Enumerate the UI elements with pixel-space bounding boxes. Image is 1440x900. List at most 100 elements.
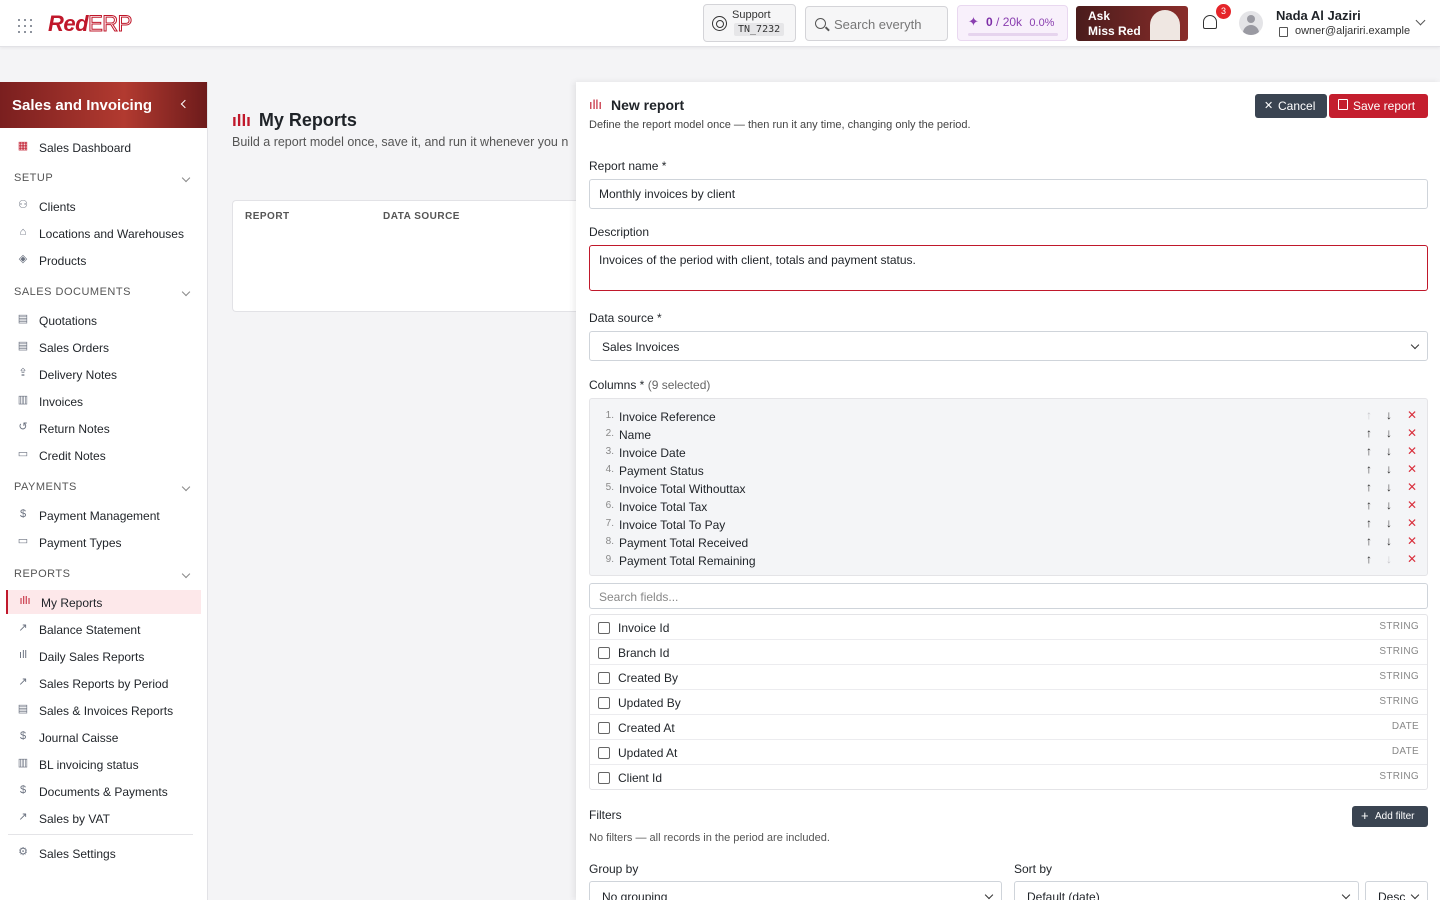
sidebar-item-sales-settings[interactable]: ⚙ Sales Settings xyxy=(6,841,201,865)
sidebar-item-sales-orders[interactable]: ▤ Sales Orders xyxy=(6,335,201,359)
arrow-down-icon[interactable]: ↓ xyxy=(1386,444,1392,458)
column-header-data-source[interactable]: DATA SOURCE xyxy=(383,211,460,222)
remove-icon[interactable]: ✕ xyxy=(1407,426,1417,440)
data-source-select[interactable]: Sales Invoices xyxy=(589,331,1428,361)
user-name[interactable]: Nada Al Jaziri xyxy=(1276,8,1361,23)
field-checkbox[interactable] xyxy=(598,622,610,634)
column-row[interactable]: 3. Invoice Date ↑ ↓ ✕ xyxy=(590,444,1427,462)
field-row[interactable]: Created At DATE xyxy=(590,715,1427,740)
sidebar-item-clients[interactable]: ⚇ Clients xyxy=(6,194,201,218)
sort-by-select[interactable]: Default (date) xyxy=(1014,881,1359,900)
chevron-down-icon[interactable] xyxy=(181,173,191,183)
ai-credits-meter[interactable]: ✦ 0 / 20k 0.0% xyxy=(957,5,1068,41)
arrow-up-icon[interactable]: ↑ xyxy=(1366,498,1372,512)
save-report-button[interactable]: Save report xyxy=(1329,94,1428,118)
sidebar-item-quotations[interactable]: ▤ Quotations xyxy=(6,308,201,332)
arrow-down-icon[interactable]: ↓ xyxy=(1386,516,1392,530)
app-logo[interactable]: RedERP xyxy=(48,11,133,37)
column-header-report[interactable]: REPORT xyxy=(245,211,290,222)
field-row[interactable]: Updated By STRING xyxy=(590,690,1427,715)
field-search-input[interactable]: Search fields... xyxy=(589,583,1428,609)
add-filter-button[interactable]: + Add filter xyxy=(1352,806,1428,827)
sidebar-item-daily-sales[interactable]: ıll Daily Sales Reports xyxy=(6,644,201,668)
column-row[interactable]: 8. Payment Total Received ↑ ↓ ✕ xyxy=(590,534,1427,552)
sidebar-item-payment-types[interactable]: ▭ Payment Types xyxy=(6,530,201,554)
section-sales-documents[interactable]: SALES DOCUMENTS xyxy=(14,286,131,298)
chevron-down-icon[interactable] xyxy=(181,482,191,492)
arrow-up-icon[interactable]: ↑ xyxy=(1366,534,1372,548)
sidebar-item-invoices[interactable]: ▥ Invoices xyxy=(6,389,201,413)
field-checkbox[interactable] xyxy=(598,672,610,684)
field-row[interactable]: Invoice Id STRING xyxy=(590,615,1427,640)
group-by-select[interactable]: No grouping xyxy=(589,881,1002,900)
sidebar-item-journal-caisse[interactable]: $ Journal Caisse xyxy=(6,725,201,749)
field-checkbox[interactable] xyxy=(598,647,610,659)
field-checkbox[interactable] xyxy=(598,697,610,709)
arrow-up-icon[interactable]: ↑ xyxy=(1366,516,1372,530)
chevron-down-icon[interactable] xyxy=(181,287,191,297)
description-textarea[interactable]: Invoices of the period with client, tota… xyxy=(589,245,1428,291)
remove-icon[interactable]: ✕ xyxy=(1407,462,1417,476)
column-row[interactable]: 5. Invoice Total Withouttax ↑ ↓ ✕ xyxy=(590,480,1427,498)
column-row[interactable]: 6. Invoice Total Tax ↑ ↓ ✕ xyxy=(590,498,1427,516)
sidebar-item-products[interactable]: ◈ Products xyxy=(6,248,201,272)
arrow-up-icon[interactable]: ↑ xyxy=(1366,426,1372,440)
cancel-button[interactable]: ✕ Cancel xyxy=(1255,94,1327,118)
arrow-up-icon[interactable]: ↑ xyxy=(1366,480,1372,494)
arrow-up-icon[interactable]: ↑ xyxy=(1366,462,1372,476)
bell-icon[interactable] xyxy=(1203,15,1217,29)
collapse-sidebar-icon[interactable] xyxy=(180,99,190,109)
sidebar-item-locations[interactable]: ⌂ Locations and Warehouses xyxy=(6,221,201,245)
sidebar-item-bl-invoicing[interactable]: ▥ BL invoicing status xyxy=(6,752,201,776)
field-row[interactable]: Client Id STRING xyxy=(590,765,1427,790)
sidebar-item-sales-by-period[interactable]: ↗ Sales Reports by Period xyxy=(6,671,201,695)
remove-icon[interactable]: ✕ xyxy=(1407,534,1417,548)
copy-icon[interactable] xyxy=(1279,27,1288,37)
arrow-down-icon[interactable]: ↓ xyxy=(1386,498,1392,512)
remove-icon[interactable]: ✕ xyxy=(1407,444,1417,458)
column-row[interactable]: 4. Payment Status ↑ ↓ ✕ xyxy=(590,462,1427,480)
remove-icon[interactable]: ✕ xyxy=(1407,498,1417,512)
sidebar-item-credit-notes[interactable]: ▭ Credit Notes xyxy=(6,443,201,467)
report-name-input[interactable]: Monthly invoices by client xyxy=(589,179,1428,209)
sidebar-item-balance-statement[interactable]: ↗ Balance Statement xyxy=(6,617,201,641)
arrow-down-icon[interactable]: ↓ xyxy=(1386,462,1392,476)
ask-miss-red-button[interactable]: Ask Miss Red xyxy=(1076,6,1188,41)
field-row[interactable]: Branch Id STRING xyxy=(590,640,1427,665)
column-row[interactable]: 2. Name ↑ ↓ ✕ xyxy=(590,426,1427,444)
field-checkbox[interactable] xyxy=(598,722,610,734)
section-payments[interactable]: PAYMENTS xyxy=(14,481,77,493)
remove-icon[interactable]: ✕ xyxy=(1407,516,1417,530)
remove-icon[interactable]: ✕ xyxy=(1407,552,1417,566)
arrow-down-icon[interactable]: ↓ xyxy=(1386,408,1392,422)
sidebar-item-sales-invoices-reports[interactable]: ▤ Sales & Invoices Reports xyxy=(6,698,201,722)
user-avatar[interactable] xyxy=(1239,11,1263,35)
column-row[interactable]: 9. Payment Total Remaining ↑ ↓ ✕ xyxy=(590,552,1427,570)
chevron-down-icon[interactable] xyxy=(181,569,191,579)
remove-icon[interactable]: ✕ xyxy=(1407,480,1417,494)
app-grid-icon[interactable] xyxy=(18,19,32,33)
sidebar-item-payment-management[interactable]: $ Payment Management xyxy=(6,503,201,527)
field-checkbox[interactable] xyxy=(598,747,610,759)
column-row[interactable]: 1. Invoice Reference ↑ ↓ ✕ xyxy=(590,408,1427,426)
section-reports[interactable]: REPORTS xyxy=(14,568,70,580)
arrow-down-icon[interactable]: ↓ xyxy=(1386,534,1392,548)
arrow-down-icon[interactable]: ↓ xyxy=(1386,480,1392,494)
field-row[interactable]: Created By STRING xyxy=(590,665,1427,690)
sidebar-item-sales-dashboard[interactable]: ▦ Sales Dashboard xyxy=(6,135,201,159)
chevron-down-icon[interactable] xyxy=(1415,15,1426,26)
arrow-up-icon[interactable]: ↑ xyxy=(1366,552,1372,566)
section-setup[interactable]: SETUP xyxy=(14,172,53,184)
arrow-down-icon[interactable]: ↓ xyxy=(1386,426,1392,440)
arrow-up-icon[interactable]: ↑ xyxy=(1366,444,1372,458)
global-search-input[interactable]: Search everyth xyxy=(805,6,948,41)
sidebar-item-my-reports[interactable]: ıllı My Reports xyxy=(6,590,201,614)
sidebar-item-sales-by-vat[interactable]: ↗ Sales by VAT xyxy=(6,806,201,830)
sidebar-item-return-notes[interactable]: ↺ Return Notes xyxy=(6,416,201,440)
support-button[interactable]: Support TN_7232 xyxy=(703,4,796,42)
field-row[interactable]: Updated At DATE xyxy=(590,740,1427,765)
sidebar-item-documents-payments[interactable]: $ Documents & Payments xyxy=(6,779,201,803)
remove-icon[interactable]: ✕ xyxy=(1407,408,1417,422)
sort-direction-select[interactable]: Desc xyxy=(1365,881,1428,900)
sidebar-item-delivery-notes[interactable]: ⇪ Delivery Notes xyxy=(6,362,201,386)
